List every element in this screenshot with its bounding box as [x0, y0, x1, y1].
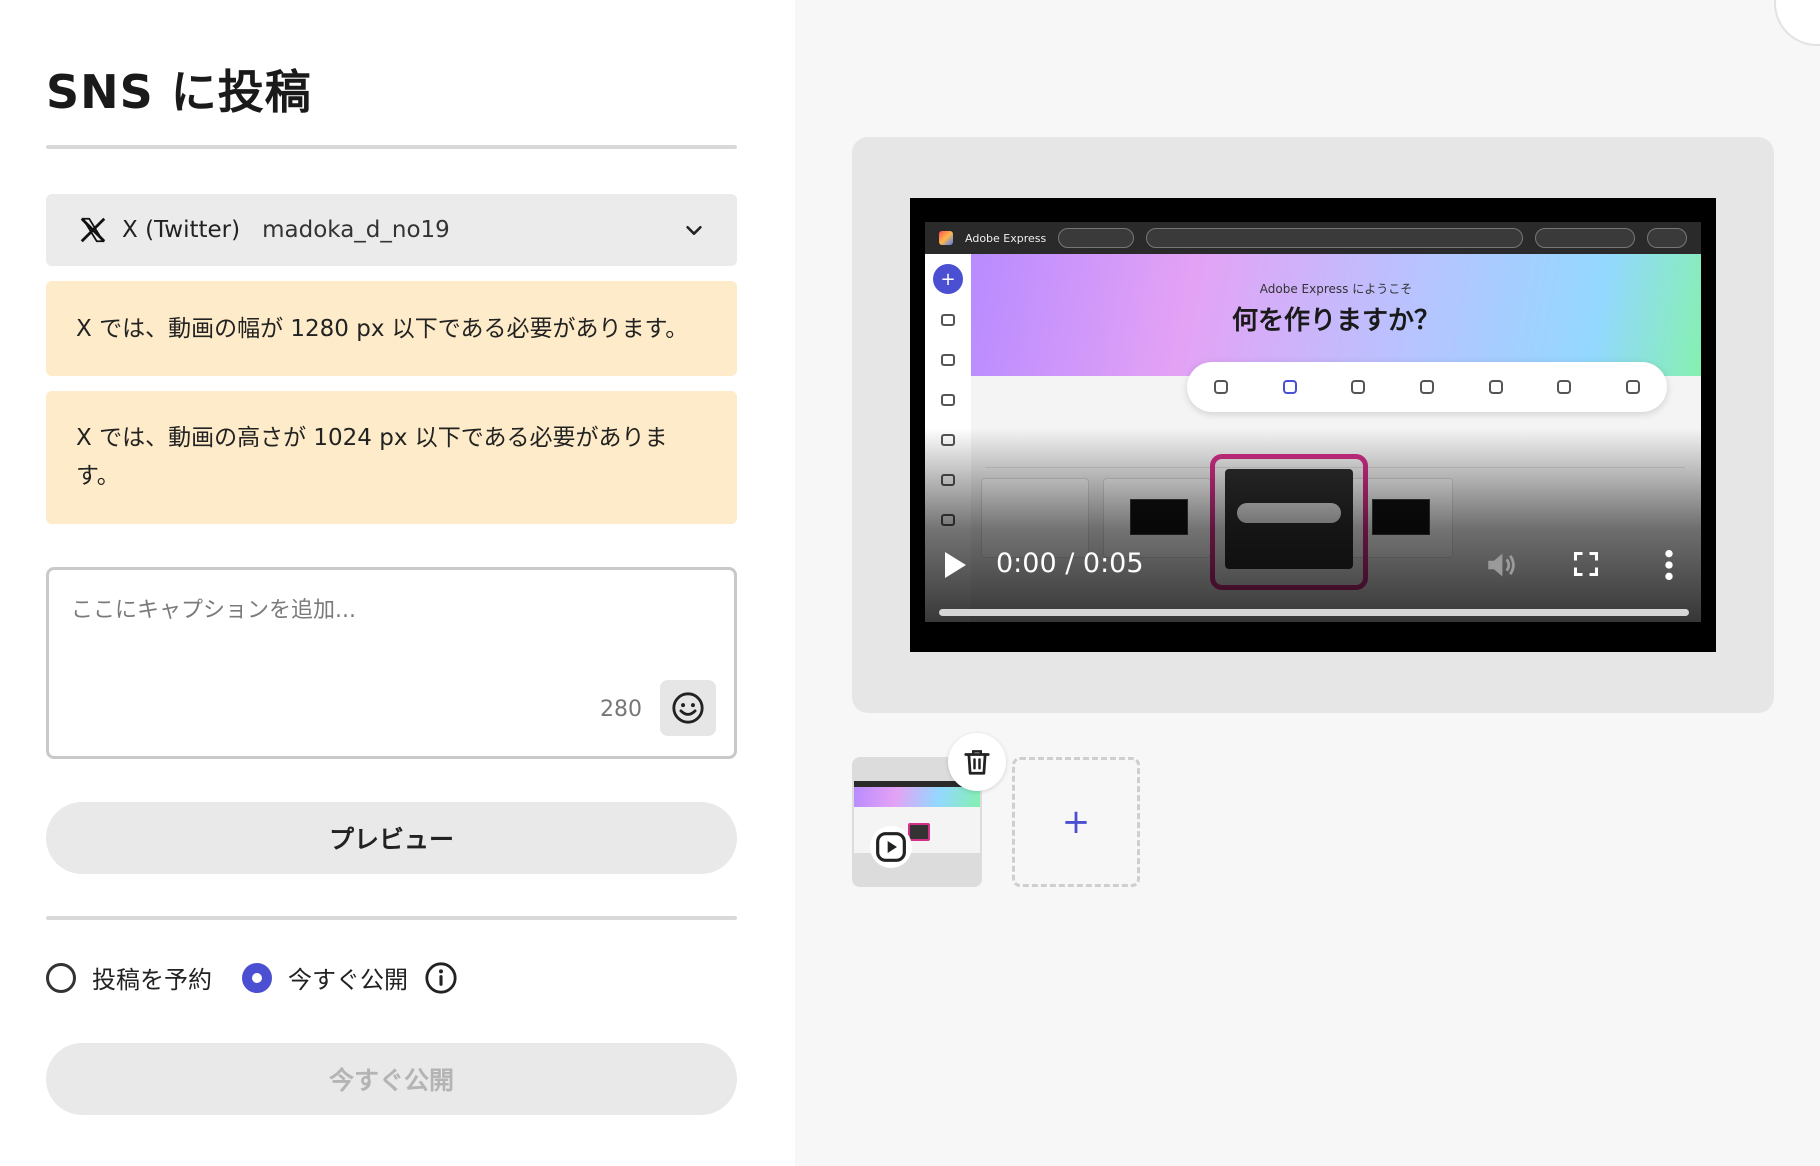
publish-now-radio[interactable] [242, 962, 272, 993]
frame-welcome: Adobe Express にようこそ [1259, 282, 1413, 296]
publish-now-button[interactable]: 今すぐ公開 [46, 1043, 737, 1115]
video-controls: 0:00 / 0:05 [910, 540, 1716, 590]
video-time: 0:00 / 0:05 [996, 548, 1144, 579]
frame-tabs [1187, 362, 1667, 412]
char-count: 280 [600, 697, 642, 722]
corner-badge [1774, 0, 1820, 46]
frame-headline: 何を作りますか？ [1231, 306, 1440, 336]
width-warning-text: X では、動画の幅が 1280 px 以下である必要があります。 [76, 315, 689, 342]
publish-now-label[interactable]: 今すぐ公開 [288, 960, 408, 995]
smiley-icon [672, 692, 704, 724]
schedule-radio[interactable] [46, 962, 76, 993]
play-icon[interactable] [942, 550, 968, 580]
thumbnail-play-icon [870, 826, 912, 868]
frame-folder-icon [941, 354, 955, 366]
emoji-button[interactable] [660, 680, 716, 736]
add-media-button[interactable]: + [1012, 757, 1140, 887]
delete-media-button[interactable] [948, 733, 1006, 791]
height-warning: X では、動画の高さが 1024 px 以下である必要があります。 [46, 391, 737, 524]
thumb-hero [854, 787, 980, 807]
frame-filter [1058, 228, 1135, 248]
height-warning-text: X では、動画の高さが 1024 px 以下である必要があります。 [76, 425, 668, 489]
frame-plus-icon: + [933, 264, 963, 294]
frame-tab-icon [1419, 380, 1434, 394]
frame-search [1146, 228, 1523, 248]
preview-button[interactable]: プレビュー [46, 802, 737, 874]
frame-community [1535, 228, 1635, 248]
page-title: SNS に投稿 [46, 65, 312, 119]
volume-icon[interactable] [1484, 548, 1518, 582]
fullscreen-icon[interactable] [1572, 550, 1600, 578]
account-platform: X (Twitter) [122, 217, 241, 243]
publish-options: 投稿を予約 今すぐ公開 [46, 960, 458, 995]
frame-tab-icon [1625, 380, 1640, 394]
more-options-icon[interactable] [1662, 548, 1676, 582]
account-handle: madoka_d_no19 [262, 217, 450, 243]
frame-home-icon [941, 314, 955, 326]
trash-icon [964, 750, 990, 775]
chevron-down-icon[interactable] [683, 219, 705, 241]
frame-brand: Adobe Express [965, 231, 1047, 245]
title-divider [46, 145, 737, 149]
width-warning: X では、動画の幅が 1280 px 以下である必要があります。 [46, 281, 737, 376]
frame-tab-icon [1282, 380, 1297, 394]
account-select[interactable]: X (Twitter) madoka_d_no19 [46, 194, 737, 266]
frame-tab-icon [1488, 380, 1503, 394]
frame-tab-icon [1351, 380, 1366, 394]
options-divider [46, 916, 737, 920]
info-icon[interactable] [424, 961, 458, 995]
thumb-selection [908, 823, 930, 841]
frame-hero: Adobe Express にようこそ 何を作りますか？ [971, 254, 1701, 376]
post-form-panel: SNS に投稿 X (Twitter) madoka_d_no19 X では、動… [0, 0, 795, 1166]
caption-input[interactable] [71, 592, 711, 682]
schedule-label[interactable]: 投稿を予約 [92, 960, 212, 995]
caption-box: 280 [46, 567, 737, 759]
frame-tab-icon [1557, 380, 1572, 394]
x-logo-icon [80, 217, 106, 243]
frame-brand-icon [941, 394, 955, 406]
video-progress-bar[interactable] [939, 609, 1689, 616]
frame-profile [1647, 228, 1687, 248]
frame-topbar: Adobe Express [925, 222, 1701, 254]
adobe-express-logo-icon [939, 231, 953, 245]
frame-tab-icon [1214, 380, 1229, 394]
